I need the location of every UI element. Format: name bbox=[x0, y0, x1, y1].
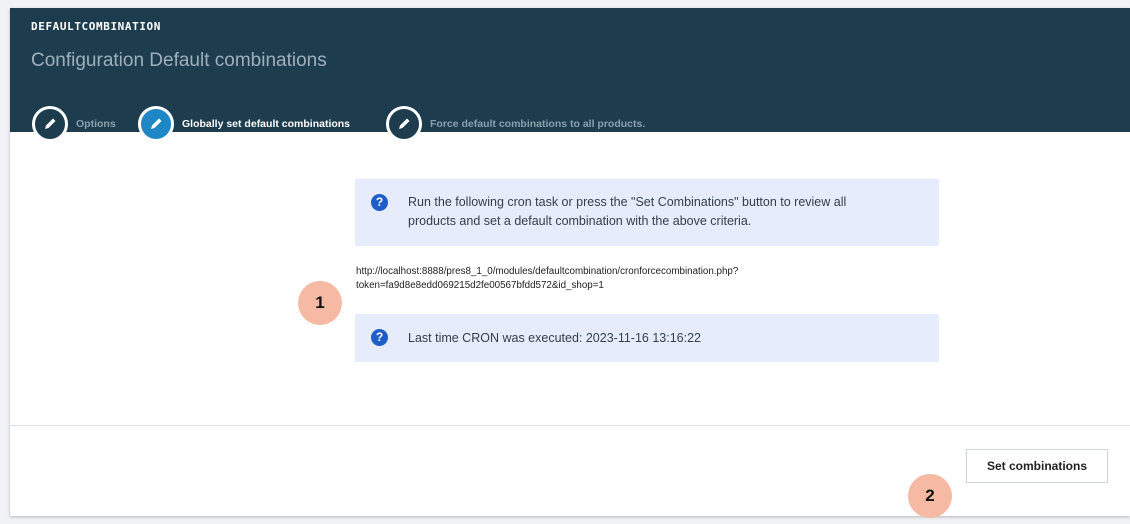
callout-marker-2: 2 bbox=[908, 474, 952, 518]
module-header: DEFAULTCOMBINATION Configuration Default… bbox=[10, 8, 1130, 142]
cron-url-line-1: http://localhost:8888/pres8_1_0/modules/… bbox=[356, 266, 739, 277]
tab-force-default-label: Force default combinations to all produc… bbox=[430, 118, 646, 130]
pencil-icon bbox=[138, 106, 174, 142]
question-icon: ? bbox=[371, 329, 388, 346]
tab-globally-set[interactable]: Globally set default combinations bbox=[138, 106, 350, 142]
tab-force-default[interactable]: Force default combinations to all produc… bbox=[386, 106, 645, 142]
callout-marker-1: 1 bbox=[298, 281, 342, 325]
last-run-text: Last time CRON was executed: 2023-11-16 … bbox=[408, 331, 701, 345]
cron-url: http://localhost:8888/pres8_1_0/modules/… bbox=[356, 265, 956, 293]
module-name: DEFAULTCOMBINATION bbox=[31, 20, 162, 33]
page-title: Configuration Default combinations bbox=[31, 50, 327, 71]
last-run-alert: ? Last time CRON was executed: 2023-11-1… bbox=[355, 314, 939, 362]
info-alert: ? Run the following cron task or press t… bbox=[355, 179, 939, 246]
tab-globally-set-label: Globally set default combinations bbox=[182, 118, 351, 130]
question-icon: ? bbox=[371, 194, 388, 211]
tab-options-label: Options bbox=[76, 118, 116, 130]
footer-divider bbox=[10, 425, 1130, 426]
tab-options[interactable]: Options bbox=[32, 106, 116, 142]
pencil-icon bbox=[386, 106, 422, 142]
pencil-icon bbox=[32, 106, 68, 142]
cron-url-line-2: token=fa9d8e8edd069215d2fe00567bfdd572&i… bbox=[356, 280, 604, 291]
info-line-2: products and set a default combination w… bbox=[408, 214, 752, 228]
module-panel: DEFAULTCOMBINATION Configuration Default… bbox=[10, 8, 1130, 516]
info-line-1: Run the following cron task or press the… bbox=[408, 195, 847, 209]
set-combinations-button[interactable]: Set combinations bbox=[966, 449, 1108, 483]
